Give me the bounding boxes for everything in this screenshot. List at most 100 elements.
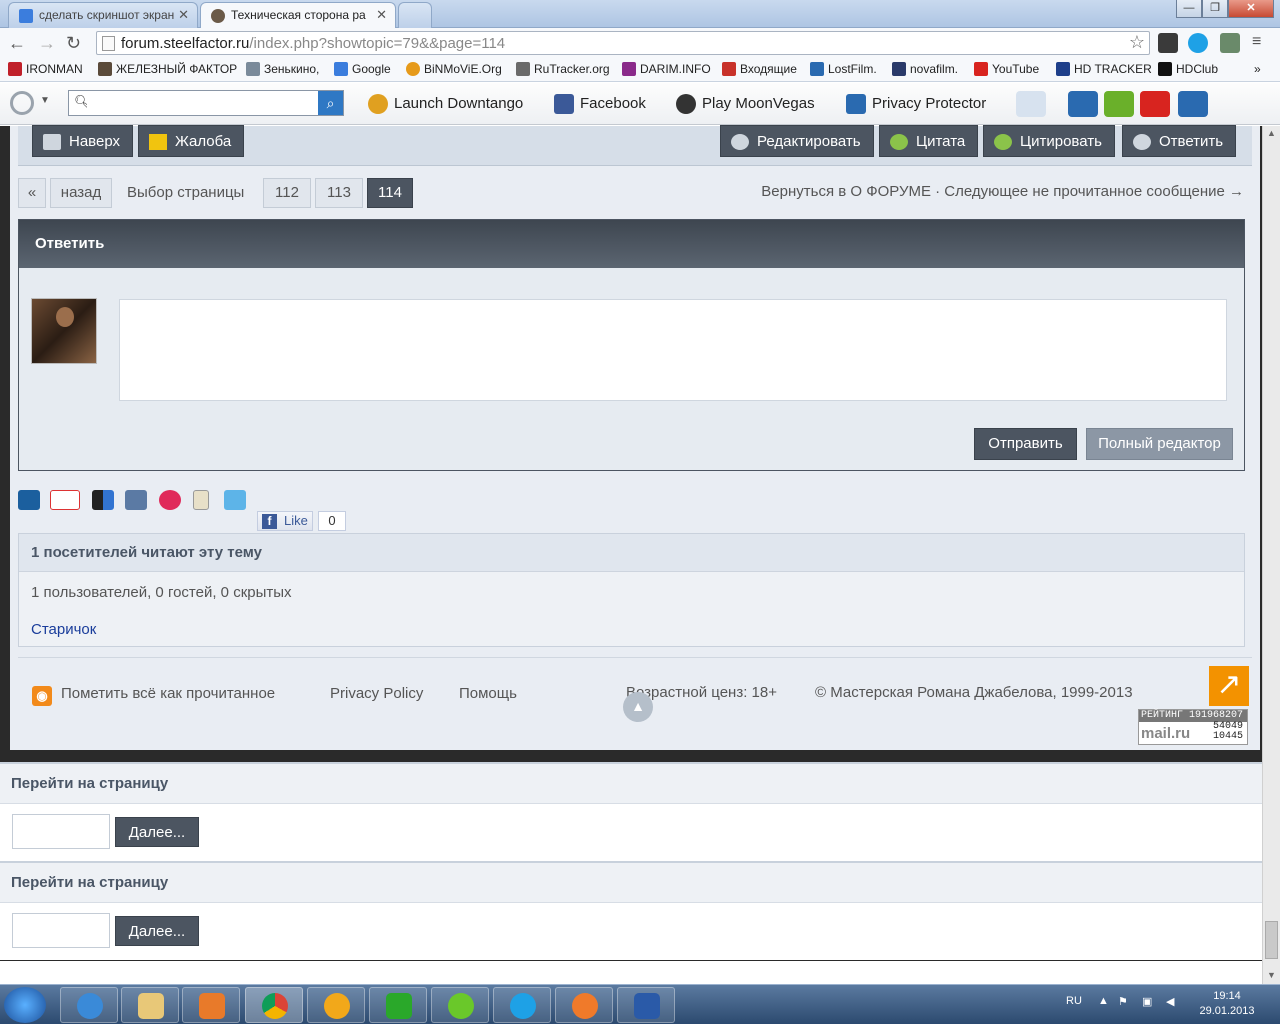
page-number-input[interactable] bbox=[12, 913, 110, 948]
page-link-113[interactable]: 113 bbox=[315, 178, 363, 208]
address-bar[interactable]: forum.steelfactor.ru/index.php?showtopic… bbox=[96, 31, 1150, 55]
menu-icon[interactable]: ≡ bbox=[1252, 33, 1261, 51]
bookmark-zenkino[interactable]: Зенькино, bbox=[246, 62, 319, 76]
goto-button[interactable]: Далее... bbox=[115, 817, 199, 847]
first-page-button[interactable]: « bbox=[18, 178, 46, 208]
to-top-button[interactable]: Наверх bbox=[32, 125, 133, 157]
scroll-down-arrow-icon[interactable]: ▼ bbox=[1267, 970, 1276, 980]
reload-icon[interactable]: ↻ bbox=[66, 33, 81, 54]
quote-button[interactable]: Цитата bbox=[879, 125, 979, 157]
volume-icon[interactable]: ◀ bbox=[1166, 995, 1174, 1008]
bookmark-lostfilm[interactable]: LostFilm. bbox=[810, 62, 877, 76]
vertical-scrollbar[interactable]: ▲ ▼ bbox=[1262, 126, 1280, 984]
scroll-thumb[interactable] bbox=[1265, 921, 1278, 959]
maximize-button[interactable]: ❐ bbox=[1202, 0, 1228, 18]
star-icon[interactable] bbox=[159, 490, 181, 510]
system-clock[interactable]: 19:14 29.01.2013 bbox=[1196, 989, 1258, 1019]
chevron-down-icon[interactable]: ▼ bbox=[40, 95, 50, 106]
mailru-arrow-icon[interactable]: ↗ bbox=[1209, 666, 1249, 706]
taskbar-aimp[interactable] bbox=[307, 987, 365, 1023]
rss-icon[interactable]: ◉ bbox=[32, 686, 52, 706]
extension-icon[interactable] bbox=[1158, 33, 1178, 53]
network-icon[interactable] bbox=[1068, 91, 1098, 117]
scroll-to-top-button[interactable]: ▲ bbox=[623, 692, 653, 722]
skype-extension-icon[interactable] bbox=[1188, 33, 1208, 53]
full-editor-button[interactable]: Полный редактор bbox=[1086, 428, 1233, 460]
bookmark-star-icon[interactable]: ☆ bbox=[1129, 32, 1145, 53]
network-icon[interactable]: ▣ bbox=[1142, 995, 1152, 1008]
reply-button[interactable]: Ответить bbox=[1122, 125, 1237, 157]
gplus-icon[interactable] bbox=[50, 490, 80, 510]
taskbar-media-player[interactable] bbox=[182, 987, 240, 1023]
bookmark-youtube[interactable]: YouTube bbox=[974, 62, 1039, 76]
privacy-policy-link[interactable]: Privacy Policy bbox=[330, 685, 423, 702]
prev-page-button[interactable]: назад bbox=[50, 178, 112, 208]
mark-all-read-link[interactable]: Пометить всё как прочитанное bbox=[61, 685, 275, 702]
close-window-button[interactable]: ✕ bbox=[1228, 0, 1274, 18]
toolbar-logo-icon[interactable] bbox=[10, 91, 34, 115]
forward-arrow-icon[interactable]: → bbox=[38, 33, 56, 54]
forum-footer: ◉ Пометить всё как прочитанное Privacy P… bbox=[18, 657, 1252, 745]
yandex-icon[interactable] bbox=[1104, 91, 1134, 117]
reply-textarea[interactable] bbox=[119, 299, 1227, 401]
taskbar-word[interactable] bbox=[617, 987, 675, 1023]
facebook-like-button[interactable]: f Like bbox=[257, 511, 313, 531]
vk-icon[interactable] bbox=[125, 490, 147, 510]
tab-forum[interactable]: Техническая сторона ра ✕ bbox=[200, 2, 396, 29]
scroll-up-arrow-icon[interactable]: ▲ bbox=[1267, 128, 1276, 138]
bookmark-inbox[interactable]: Входящие bbox=[722, 62, 797, 76]
twitter-icon[interactable] bbox=[224, 490, 246, 510]
bookmarks-overflow-icon[interactable]: » bbox=[1254, 62, 1261, 76]
back-to-forum-link[interactable]: Вернуться в О ФОРУМЕ · Следующее не проч… bbox=[761, 183, 1244, 200]
report-button[interactable]: Жалоба bbox=[138, 125, 245, 157]
bookmark-google[interactable]: Google bbox=[334, 62, 391, 76]
taskbar-icq[interactable] bbox=[431, 987, 489, 1023]
flag-icon[interactable]: ⚑ bbox=[1118, 995, 1128, 1008]
launch-downtango-link[interactable]: Launch Downtango bbox=[368, 94, 523, 114]
taskbar-ie[interactable] bbox=[60, 987, 118, 1023]
search-button[interactable]: ⌕ bbox=[318, 91, 343, 115]
goto-button[interactable]: Далее... bbox=[115, 916, 199, 946]
close-tab-icon[interactable]: ✕ bbox=[178, 7, 189, 23]
tab-google-search[interactable]: сделать скриншот экран ✕ bbox=[8, 2, 198, 28]
new-tab-button[interactable] bbox=[398, 2, 432, 28]
blog-icon[interactable] bbox=[193, 490, 209, 510]
bookmark-hdclub[interactable]: HDClub bbox=[1158, 62, 1218, 76]
dp-icon[interactable] bbox=[1178, 91, 1208, 117]
help-link[interactable]: Помощь bbox=[459, 685, 517, 702]
taskbar-mail[interactable] bbox=[555, 987, 613, 1023]
bookmark-hdtracker[interactable]: HD TRACKER bbox=[1056, 62, 1152, 76]
facebook-link[interactable]: Facebook bbox=[554, 94, 646, 114]
bookmark-ironman[interactable]: IRONMAN bbox=[8, 62, 83, 76]
language-indicator[interactable]: RU bbox=[1066, 995, 1082, 1007]
digg-icon[interactable] bbox=[18, 490, 40, 510]
taskbar-chrome[interactable] bbox=[245, 987, 303, 1023]
close-tab-icon[interactable]: ✕ bbox=[376, 7, 387, 23]
back-arrow-icon[interactable]: ← bbox=[8, 33, 26, 54]
taskbar-skype[interactable] bbox=[493, 987, 551, 1023]
tray-expand-icon[interactable]: ▲ bbox=[1098, 995, 1109, 1007]
start-button[interactable] bbox=[4, 987, 46, 1023]
multi-quote-button[interactable]: Цитировать bbox=[983, 125, 1115, 157]
delicious-icon[interactable] bbox=[92, 490, 114, 510]
page-number-input[interactable] bbox=[12, 814, 110, 849]
extension-icon[interactable] bbox=[1220, 33, 1240, 53]
play-moonvegas-link[interactable]: Play MoonVegas bbox=[676, 94, 815, 114]
bookmark-rutracker[interactable]: RuTracker.org bbox=[516, 62, 610, 76]
viewer-user-link[interactable]: Старичок bbox=[31, 621, 96, 638]
search-input[interactable] bbox=[87, 93, 317, 113]
submit-button[interactable]: Отправить bbox=[974, 428, 1077, 460]
taskbar-explorer[interactable] bbox=[121, 987, 179, 1023]
bookmark-novafilm[interactable]: novafilm. bbox=[892, 62, 958, 76]
minimize-button[interactable]: — bbox=[1176, 0, 1202, 18]
rating-counter[interactable]: РЕЙТИНГ 191968207 54049 10445 mail.ru bbox=[1138, 709, 1248, 745]
puzzle-icon[interactable] bbox=[1016, 91, 1046, 117]
edit-button[interactable]: Редактировать bbox=[720, 125, 874, 157]
taskbar-utorrent[interactable] bbox=[369, 987, 427, 1023]
privacy-protector-link[interactable]: Privacy Protector bbox=[846, 94, 986, 114]
np-icon[interactable] bbox=[1140, 91, 1170, 117]
bookmark-binmovie[interactable]: BiNMoViE.Org bbox=[406, 62, 502, 76]
page-link-112[interactable]: 112 bbox=[263, 178, 311, 208]
bookmark-darim[interactable]: DARIM.INFO bbox=[622, 62, 711, 76]
bookmark-steelfactor[interactable]: ЖЕЛЕЗНЫЙ ФАКТОР bbox=[98, 62, 237, 76]
